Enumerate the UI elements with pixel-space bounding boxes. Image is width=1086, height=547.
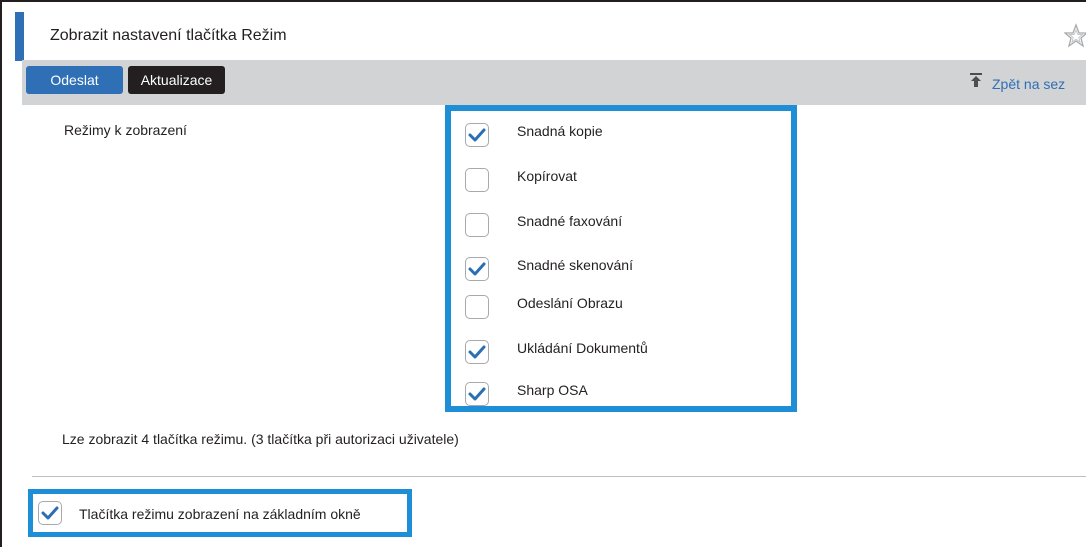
mode-item-sharp-osa: Sharp OSA bbox=[465, 382, 785, 410]
mode-label-copy: Kopírovat bbox=[517, 168, 577, 184]
checkbox-sharp-osa[interactable] bbox=[465, 382, 489, 406]
modes-label: Režimy k zobrazení bbox=[64, 122, 187, 138]
mode-item-easy-copy: Snadná kopie bbox=[465, 123, 785, 151]
mode-label-document-filing: Ukládání Dokumentů bbox=[517, 340, 648, 356]
checkbox-show-on-home[interactable] bbox=[38, 501, 62, 525]
title-bar: Zobrazit nastavení tlačítka Režim bbox=[2, 2, 1086, 61]
back-to-top-icon[interactable] bbox=[969, 72, 983, 88]
star-icon[interactable] bbox=[1064, 23, 1086, 49]
checkbox-document-filing[interactable] bbox=[465, 340, 489, 364]
mode-label-easy-scan: Snadné skenování bbox=[517, 257, 633, 273]
window-left-border bbox=[0, 0, 2, 547]
checkbox-copy[interactable] bbox=[465, 168, 489, 192]
title-accent-bar bbox=[15, 12, 24, 61]
mode-item-document-filing: Ukládání Dokumentů bbox=[465, 340, 785, 368]
mode-item-easy-fax: Snadné faxování bbox=[465, 213, 785, 241]
send-button[interactable]: Odeslat bbox=[26, 66, 123, 94]
modes-checkbox-group: Snadná kopie Kopírovat Snadné faxování S… bbox=[445, 105, 797, 412]
home-option-label: Tlačítka režimu zobrazení na základním o… bbox=[79, 506, 361, 522]
mode-item-copy: Kopírovat bbox=[465, 168, 785, 196]
home-option-group: Tlačítka režimu zobrazení na základním o… bbox=[28, 489, 412, 537]
mode-label-easy-copy: Snadná kopie bbox=[517, 123, 603, 139]
checkbox-image-send[interactable] bbox=[465, 295, 489, 319]
mode-label-image-send: Odeslání Obrazu bbox=[517, 295, 623, 311]
checkbox-easy-copy[interactable] bbox=[465, 123, 489, 147]
checkbox-easy-fax[interactable] bbox=[465, 213, 489, 237]
checkbox-easy-scan[interactable] bbox=[465, 257, 489, 281]
mode-count-note: Lze zobrazit 4 tlačítka režimu. (3 tlačí… bbox=[62, 431, 459, 447]
page-title: Zobrazit nastavení tlačítka Režim bbox=[50, 27, 287, 44]
update-button[interactable]: Aktualizace bbox=[128, 66, 225, 94]
mode-item-image-send: Odeslání Obrazu bbox=[465, 295, 785, 323]
toolbar: Odeslat Aktualizace Zpět na sez bbox=[22, 60, 1086, 105]
mode-label-sharp-osa: Sharp OSA bbox=[517, 382, 588, 398]
mode-label-easy-fax: Snadné faxování bbox=[517, 213, 623, 229]
mode-item-easy-scan: Snadné skenování bbox=[465, 257, 785, 285]
section-divider bbox=[32, 476, 1086, 477]
back-to-list-link[interactable]: Zpět na sez bbox=[992, 76, 1065, 92]
